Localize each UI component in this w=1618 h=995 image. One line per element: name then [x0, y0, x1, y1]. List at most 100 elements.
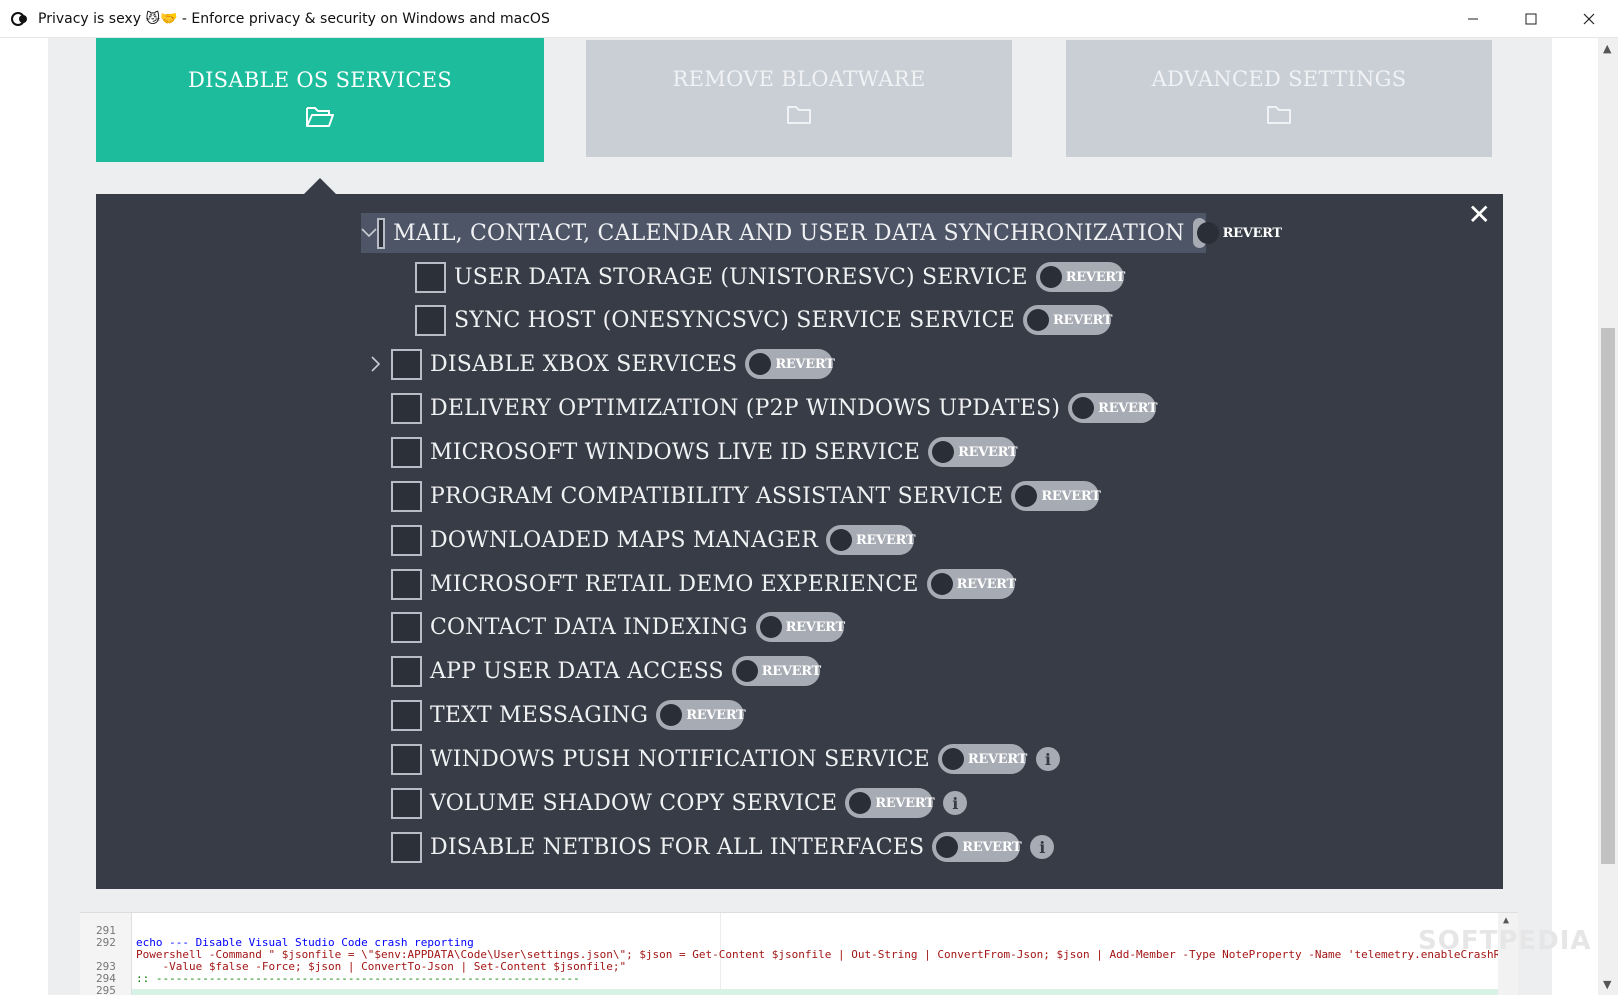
revert-toggle[interactable]: REVERT — [755, 612, 845, 642]
revert-toggle[interactable]: REVERT — [926, 569, 1016, 599]
code-text: :: -------------------------------------… — [136, 972, 580, 985]
window-title: Privacy is sexy 😼🤝 - Enforce privacy & s… — [38, 10, 550, 27]
revert-toggle[interactable]: REVERT — [1011, 481, 1101, 511]
info-icon[interactable]: i — [943, 791, 968, 815]
service-row-app-user-data[interactable]: APP USER DATA ACCESS REVERT — [391, 651, 821, 691]
service-checkbox[interactable] — [391, 480, 422, 512]
revert-label: REVERT — [775, 356, 835, 372]
code-line: 291 echo --- Disable Visual Studio Code … — [80, 913, 474, 949]
service-row-program-compatibility[interactable]: PROGRAM COMPATIBILITY ASSISTANT SERVICE … — [391, 476, 1101, 516]
revert-toggle[interactable]: REVERT — [1035, 262, 1125, 292]
service-row-sync-host[interactable]: SYNC HOST (ONESYNCSVC) SERVICE SERVICE R… — [415, 300, 1112, 340]
service-checkbox[interactable] — [391, 831, 422, 863]
folder-icon — [786, 105, 812, 130]
service-row-text-messaging[interactable]: TEXT MESSAGING REVERT — [391, 695, 746, 735]
chevron-right-icon[interactable] — [361, 344, 391, 384]
service-row-delivery-optimization[interactable]: DELIVERY OPTIMIZATION (P2P WINDOWS UPDAT… — [391, 388, 1158, 428]
scroll-up-arrow-icon[interactable]: ▲ — [1603, 42, 1611, 55]
window-scrollbar[interactable]: ▲ ▼ — [1598, 38, 1618, 995]
code-editor[interactable]: 291 echo --- Disable Visual Studio Code … — [80, 912, 1518, 995]
close-window-button[interactable] — [1560, 0, 1618, 38]
service-row-user-data-storage[interactable]: USER DATA STORAGE (UNISTORESVC) SERVICE … — [415, 257, 1125, 297]
code-line: 296 :: ---------------------------------… — [80, 985, 107, 995]
service-checkbox[interactable] — [391, 524, 422, 556]
toggle-knob — [849, 792, 872, 814]
close-panel-icon[interactable]: ✕ — [1468, 198, 1491, 231]
revert-toggle[interactable]: REVERT — [745, 349, 835, 379]
service-checkbox[interactable] — [391, 743, 422, 775]
toggle-knob — [759, 616, 782, 638]
info-icon[interactable]: i — [1035, 747, 1060, 771]
revert-toggle[interactable]: REVERT — [656, 700, 746, 730]
revert-label: REVERT — [962, 839, 1022, 855]
service-checkbox[interactable] — [391, 568, 422, 600]
toggle-knob — [1026, 309, 1049, 331]
maximize-button[interactable] — [1502, 0, 1560, 38]
toggle-knob — [749, 353, 772, 375]
tab-label: DISABLE OS SERVICES — [187, 67, 453, 92]
tab-advanced-settings[interactable]: ADVANCED SETTINGS — [1066, 40, 1492, 157]
service-checkbox[interactable] — [391, 436, 422, 468]
scroll-down-arrow-icon[interactable]: ▼ — [1603, 978, 1611, 991]
service-checkbox[interactable] — [377, 217, 386, 249]
folder-open-icon — [305, 106, 335, 133]
service-row-retail-demo[interactable]: MICROSOFT RETAIL DEMO EXPERIENCE REVERT — [391, 564, 1016, 604]
revert-toggle[interactable]: REVERT — [932, 832, 1022, 862]
service-checkbox[interactable] — [391, 611, 422, 643]
folder-icon — [1266, 105, 1292, 130]
service-label: MICROSOFT RETAIL DEMO EXPERIENCE — [430, 571, 919, 597]
tab-disable-os-services[interactable]: DISABLE OS SERVICES — [96, 38, 544, 162]
revert-toggle[interactable]: REVERT — [845, 788, 935, 818]
toggle-knob — [930, 573, 953, 595]
service-row-volume-shadow-copy[interactable]: VOLUME SHADOW COPY SERVICE REVERT i — [391, 783, 968, 823]
service-checkbox[interactable] — [391, 787, 422, 819]
scroll-up-arrow-icon[interactable]: ▲ — [1503, 915, 1509, 926]
service-row-push-notification[interactable]: WINDOWS PUSH NOTIFICATION SERVICE REVERT… — [391, 739, 1060, 779]
service-checkbox[interactable] — [415, 261, 446, 293]
service-row-mail-sync[interactable]: MAIL, CONTACT, CALENDAR AND USER DATA SY… — [361, 213, 1282, 253]
tab-remove-bloatware[interactable]: REMOVE BLOATWARE — [586, 40, 1012, 157]
service-row-contact-indexing[interactable]: CONTACT DATA INDEXING REVERT — [391, 607, 845, 647]
revert-toggle[interactable]: REVERT — [937, 744, 1027, 774]
highlighted-line — [132, 989, 1498, 995]
service-row-maps-manager[interactable]: DOWNLOADED MAPS MANAGER REVERT — [391, 520, 916, 560]
toggle-knob — [1015, 485, 1038, 507]
service-checkbox[interactable] — [391, 699, 422, 731]
revert-label: REVERT — [761, 663, 821, 679]
service-label: WINDOWS PUSH NOTIFICATION SERVICE — [430, 746, 930, 772]
service-checkbox[interactable] — [391, 348, 422, 380]
service-label: TEXT MESSAGING — [430, 702, 649, 728]
tab-label: ADVANCED SETTINGS — [1151, 67, 1407, 91]
service-row-xbox[interactable]: DISABLE XBOX SERVICES REVERT — [361, 344, 835, 384]
revert-toggle[interactable]: REVERT — [1022, 305, 1112, 335]
revert-toggle[interactable]: REVERT — [826, 525, 916, 555]
revert-toggle[interactable]: REVERT — [1192, 218, 1282, 248]
revert-toggle[interactable]: REVERT — [1068, 393, 1158, 423]
service-row-live-id[interactable]: MICROSOFT WINDOWS LIVE ID SERVICE REVERT — [391, 432, 1018, 472]
revert-label: REVERT — [856, 532, 916, 548]
toggle-knob — [735, 660, 758, 682]
toggle-knob — [941, 748, 964, 770]
service-row-netbios[interactable]: DISABLE NETBIOS FOR ALL INTERFACES REVER… — [391, 827, 1055, 867]
minimize-button[interactable] — [1444, 0, 1502, 38]
service-checkbox[interactable] — [391, 655, 422, 687]
code-line: -Value $false -Force; $json | ConvertTo-… — [80, 937, 626, 973]
service-checkbox[interactable] — [415, 304, 446, 336]
toggle-knob — [1072, 397, 1095, 419]
tab-label: REMOVE BLOATWARE — [672, 67, 926, 91]
info-icon[interactable]: i — [1030, 835, 1055, 859]
service-label: MICROSOFT WINDOWS LIVE ID SERVICE — [430, 439, 921, 465]
toggle-knob — [830, 529, 853, 551]
service-label: DELIVERY OPTIMIZATION (P2P WINDOWS UPDAT… — [430, 395, 1061, 421]
chevron-down-icon[interactable] — [361, 213, 377, 253]
active-tab-pointer — [304, 178, 336, 194]
revert-toggle[interactable]: REVERT — [731, 656, 821, 686]
revert-label: REVERT — [958, 444, 1018, 460]
service-checkbox[interactable] — [391, 392, 422, 424]
revert-label: REVERT — [1065, 269, 1125, 285]
revert-label: REVERT — [956, 576, 1016, 592]
revert-toggle[interactable]: REVERT — [928, 437, 1018, 467]
service-label: DISABLE NETBIOS FOR ALL INTERFACES — [430, 834, 925, 860]
toggle-knob — [1196, 222, 1219, 244]
scrollbar-thumb[interactable] — [1601, 328, 1615, 864]
